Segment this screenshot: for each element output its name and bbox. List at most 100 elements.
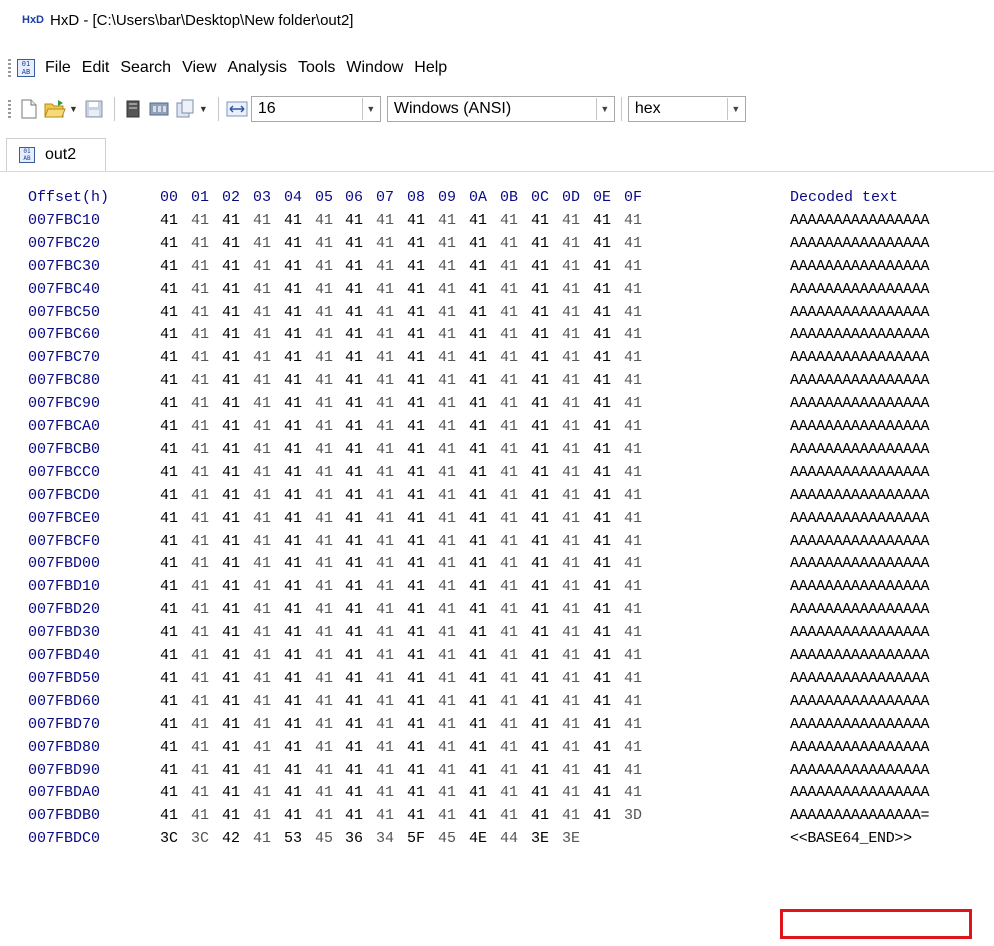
byte-cell[interactable]: 41 bbox=[407, 258, 425, 275]
byte-cell[interactable]: 41 bbox=[438, 372, 456, 389]
byte-cell[interactable]: 41 bbox=[345, 624, 363, 641]
byte-cell[interactable]: 41 bbox=[407, 441, 425, 458]
byte-cell[interactable]: 41 bbox=[407, 624, 425, 641]
byte-cell[interactable]: 41 bbox=[315, 281, 333, 298]
byte-cell[interactable]: 41 bbox=[345, 807, 363, 824]
byte-cell[interactable]: 41 bbox=[500, 533, 518, 550]
byte-cell[interactable]: 41 bbox=[469, 304, 487, 321]
byte-cell[interactable]: 41 bbox=[407, 601, 425, 618]
chevron-down-icon[interactable]: ▼ bbox=[726, 98, 744, 120]
byte-cell[interactable]: 41 bbox=[345, 693, 363, 710]
byte-cell[interactable]: 41 bbox=[222, 670, 240, 687]
byte-cell[interactable]: 41 bbox=[562, 510, 580, 527]
byte-cell[interactable]: 41 bbox=[531, 716, 549, 733]
byte-cell[interactable]: 41 bbox=[376, 349, 394, 366]
byte-cell[interactable]: 36 bbox=[345, 830, 363, 847]
byte-cell[interactable]: 41 bbox=[222, 578, 240, 595]
decoded-text[interactable]: AAAAAAAAAAAAAAAA bbox=[790, 235, 930, 252]
byte-cell[interactable]: 41 bbox=[500, 784, 518, 801]
open-disk-icon[interactable] bbox=[121, 97, 145, 121]
byte-cell[interactable]: 41 bbox=[593, 555, 611, 572]
byte-cell[interactable]: 41 bbox=[345, 372, 363, 389]
byte-cell[interactable]: 41 bbox=[315, 441, 333, 458]
byte-cell[interactable]: 41 bbox=[315, 418, 333, 435]
byte-cell[interactable]: 41 bbox=[315, 235, 333, 252]
bytes-per-row-select[interactable]: 16 ▼ bbox=[250, 96, 381, 122]
byte-cell[interactable]: 41 bbox=[562, 281, 580, 298]
byte-cell[interactable]: 41 bbox=[469, 624, 487, 641]
table-row[interactable]: 007FBCC0 41 41 41 41 41 41 41 41 41 41 41 41 41 41 41 41… bbox=[0, 464, 994, 487]
byte-cell[interactable]: 41 bbox=[253, 281, 271, 298]
byte-cell[interactable]: 41 bbox=[500, 487, 518, 504]
byte-cell[interactable]: 41 bbox=[376, 441, 394, 458]
byte-cell[interactable]: 41 bbox=[562, 326, 580, 343]
byte-cell[interactable]: 41 bbox=[315, 601, 333, 618]
byte-cell[interactable]: 41 bbox=[222, 647, 240, 664]
table-row[interactable]: 007FBD10 41 41 41 41 41 41 41 41 41 41 41 41 41 41 41 41… bbox=[0, 578, 994, 601]
byte-cell[interactable]: 41 bbox=[469, 533, 487, 550]
byte-cell[interactable]: 41 bbox=[407, 784, 425, 801]
byte-cell[interactable]: 41 bbox=[376, 693, 394, 710]
table-row[interactable]: 007FBD90 41 41 41 41 41 41 41 41 41 41 41 41 41 41 41 41… bbox=[0, 762, 994, 785]
byte-cell[interactable]: 41 bbox=[222, 624, 240, 641]
byte-cell[interactable]: 41 bbox=[345, 601, 363, 618]
byte-cell[interactable]: 41 bbox=[376, 807, 394, 824]
byte-cell[interactable]: 41 bbox=[160, 807, 178, 824]
byte-cell[interactable]: 41 bbox=[531, 372, 549, 389]
byte-cell[interactable]: 41 bbox=[345, 739, 363, 756]
byte-cell[interactable]: 41 bbox=[376, 784, 394, 801]
byte-cell[interactable]: 41 bbox=[160, 372, 178, 389]
byte-cell[interactable]: 41 bbox=[500, 555, 518, 572]
byte-cell[interactable]: 41 bbox=[593, 510, 611, 527]
table-row[interactable]: 007FBD70 41 41 41 41 41 41 41 41 41 41 41 41 41 41 41 41… bbox=[0, 716, 994, 739]
byte-cell[interactable]: 41 bbox=[624, 693, 642, 710]
byte-cell[interactable]: 41 bbox=[562, 418, 580, 435]
byte-cell[interactable]: 41 bbox=[531, 510, 549, 527]
byte-cell[interactable]: 41 bbox=[469, 464, 487, 481]
byte-cell[interactable]: 41 bbox=[407, 372, 425, 389]
decoded-text[interactable]: AAAAAAAAAAAAAAAA bbox=[790, 212, 930, 229]
byte-cell[interactable]: 41 bbox=[284, 349, 302, 366]
byte-cell[interactable]: 41 bbox=[191, 784, 209, 801]
byte-cell[interactable]: 41 bbox=[284, 418, 302, 435]
byte-cell[interactable]: 41 bbox=[407, 739, 425, 756]
byte-cell[interactable]: 41 bbox=[253, 739, 271, 756]
byte-cell[interactable]: 41 bbox=[407, 418, 425, 435]
byte-cell[interactable]: 41 bbox=[253, 555, 271, 572]
byte-cell[interactable]: 41 bbox=[438, 258, 456, 275]
byte-cell[interactable]: 41 bbox=[407, 647, 425, 664]
byte-cell[interactable]: 41 bbox=[593, 762, 611, 779]
table-row[interactable]: 007FBCD0 41 41 41 41 41 41 41 41 41 41 41 41 41 41 41 41… bbox=[0, 487, 994, 510]
byte-cell[interactable]: 41 bbox=[469, 326, 487, 343]
byte-cell[interactable]: 41 bbox=[253, 464, 271, 481]
byte-cell[interactable]: 41 bbox=[624, 601, 642, 618]
byte-cell[interactable]: 41 bbox=[624, 372, 642, 389]
byte-cell[interactable]: 41 bbox=[624, 349, 642, 366]
byte-cell[interactable]: 41 bbox=[500, 716, 518, 733]
byte-cell[interactable]: 41 bbox=[222, 441, 240, 458]
byte-cell[interactable]: 41 bbox=[562, 441, 580, 458]
byte-cell[interactable]: 41 bbox=[222, 395, 240, 412]
byte-cell[interactable]: 41 bbox=[531, 739, 549, 756]
byte-cell[interactable]: 41 bbox=[438, 624, 456, 641]
table-row[interactable]: 007FBC70 41 41 41 41 41 41 41 41 41 41 41 41 41 41 41 41… bbox=[0, 349, 994, 372]
byte-cell[interactable]: 41 bbox=[284, 784, 302, 801]
byte-cell[interactable]: 41 bbox=[253, 258, 271, 275]
byte-cell[interactable]: 41 bbox=[222, 281, 240, 298]
byte-cell[interactable]: 41 bbox=[531, 807, 549, 824]
byte-cell[interactable]: 41 bbox=[531, 281, 549, 298]
byte-cell[interactable]: 34 bbox=[376, 830, 394, 847]
byte-cell[interactable]: 41 bbox=[345, 464, 363, 481]
decoded-text[interactable]: AAAAAAAAAAAAAAAA bbox=[790, 578, 930, 595]
byte-cell[interactable]: 41 bbox=[469, 807, 487, 824]
byte-cell[interactable]: 41 bbox=[315, 487, 333, 504]
byte-cell[interactable]: 41 bbox=[191, 555, 209, 572]
decoded-text[interactable]: AAAAAAAAAAAAAAA= bbox=[790, 807, 930, 824]
byte-cell[interactable]: 3C bbox=[160, 830, 178, 847]
byte-cell[interactable]: 41 bbox=[345, 395, 363, 412]
byte-cell[interactable]: 41 bbox=[562, 807, 580, 824]
byte-cell[interactable]: 41 bbox=[191, 258, 209, 275]
byte-cell[interactable]: 41 bbox=[160, 762, 178, 779]
byte-cell[interactable]: 41 bbox=[160, 326, 178, 343]
byte-cell[interactable]: 41 bbox=[500, 624, 518, 641]
